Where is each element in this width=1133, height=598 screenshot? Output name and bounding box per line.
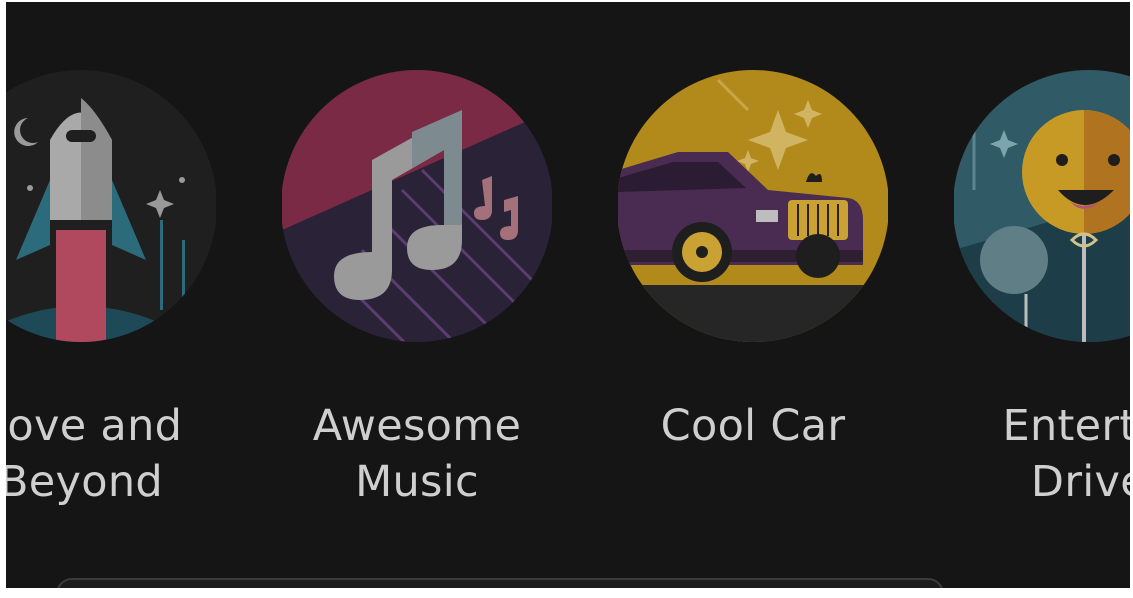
smiley-balloon-icon	[954, 70, 1130, 342]
badge-label-line-2: Beyond	[6, 457, 164, 507]
badge-label: Entertai Drive	[934, 398, 1131, 510]
badge-carousel[interactable]: bove and Beyond	[6, 2, 1130, 522]
badge-label-line-2: Drive	[1030, 457, 1130, 507]
car-icon	[618, 70, 888, 342]
music-note-icon	[282, 70, 552, 342]
rocket-icon	[6, 70, 216, 342]
badge-label-line-2: Music	[355, 457, 479, 507]
badge-label: bove and Beyond	[6, 398, 236, 510]
badge-label-line-1: bove and	[6, 401, 183, 451]
badge-label-line-1: Cool Car	[660, 401, 846, 451]
badge-label-line-1: Entertai	[1002, 401, 1131, 451]
badge-label: Cool Car	[598, 398, 908, 454]
badge-label-line-1: Awesome	[312, 401, 522, 451]
screen: bove and Beyond	[6, 2, 1130, 588]
bottom-card[interactable]	[56, 578, 944, 588]
badge-label: Awesome Music	[262, 398, 572, 510]
